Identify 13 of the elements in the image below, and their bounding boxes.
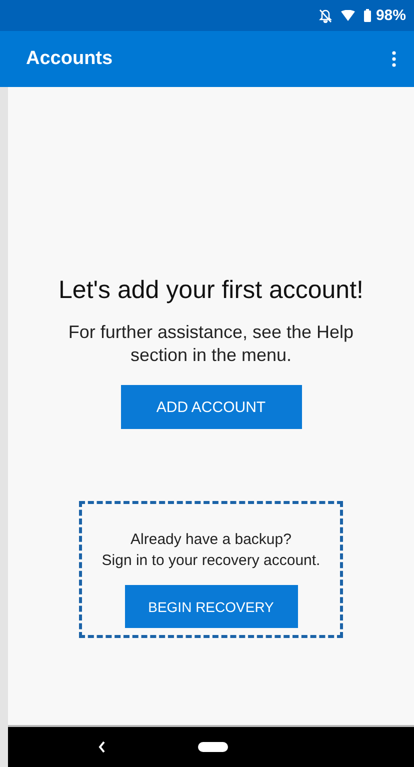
begin-recovery-button[interactable]: BEGIN RECOVERY — [124, 585, 298, 628]
recovery-text: Already have a backup? — [130, 530, 292, 550]
home-button[interactable] — [198, 742, 228, 752]
notifications-off-icon — [318, 8, 332, 22]
app-title: Accounts — [26, 48, 113, 70]
recovery-text: Sign in to your recovery account. — [102, 551, 320, 571]
help-message: For further assistance, see the Help section in the menu. — [67, 321, 355, 367]
add-account-button[interactable]: ADD ACCOUNT — [120, 385, 302, 429]
wifi-icon — [340, 10, 355, 21]
battery-icon — [364, 9, 371, 22]
empty-state-heading: Let's add your first account! — [58, 276, 364, 305]
battery-percentage: 98% — [376, 7, 406, 24]
back-icon[interactable] — [98, 741, 106, 753]
